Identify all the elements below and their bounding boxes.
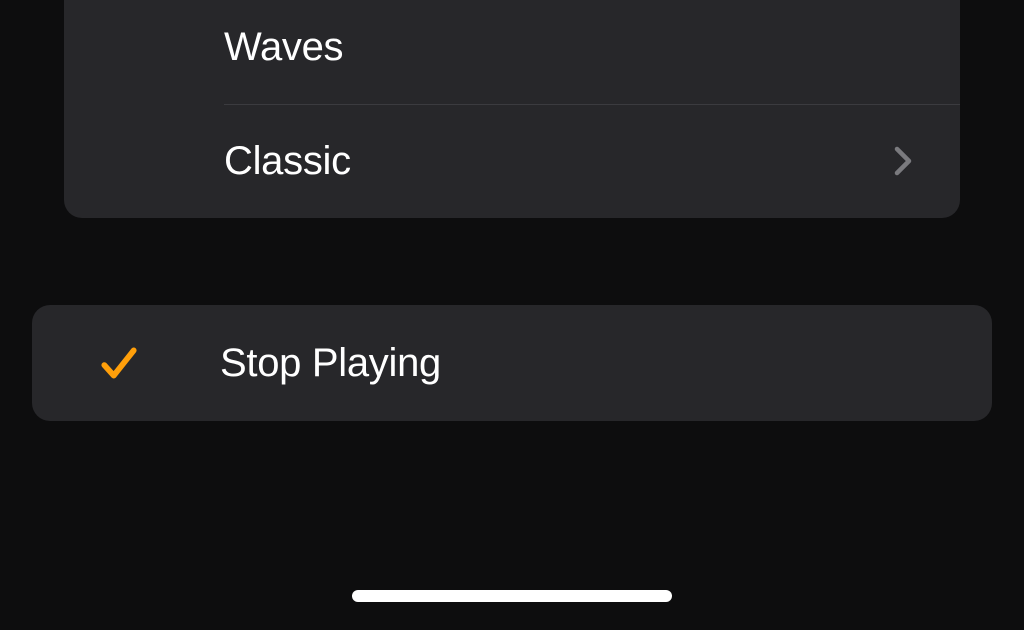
- check-container: [98, 342, 158, 384]
- stop-playing-row[interactable]: Stop Playing: [32, 305, 992, 421]
- stop-playing-label: Stop Playing: [158, 341, 441, 386]
- row-divider: [224, 104, 960, 105]
- sound-row-classic[interactable]: Classic: [64, 104, 960, 218]
- checkmark-icon: [98, 342, 140, 384]
- sound-row-waves[interactable]: Waves: [64, 0, 960, 104]
- home-indicator[interactable]: [352, 590, 672, 602]
- sound-label: Waves: [224, 25, 343, 70]
- sound-options-card: Waves Classic: [64, 0, 960, 218]
- chevron-right-icon: [894, 146, 912, 176]
- sound-label: Classic: [224, 139, 351, 184]
- stop-playing-card: Stop Playing: [32, 305, 992, 421]
